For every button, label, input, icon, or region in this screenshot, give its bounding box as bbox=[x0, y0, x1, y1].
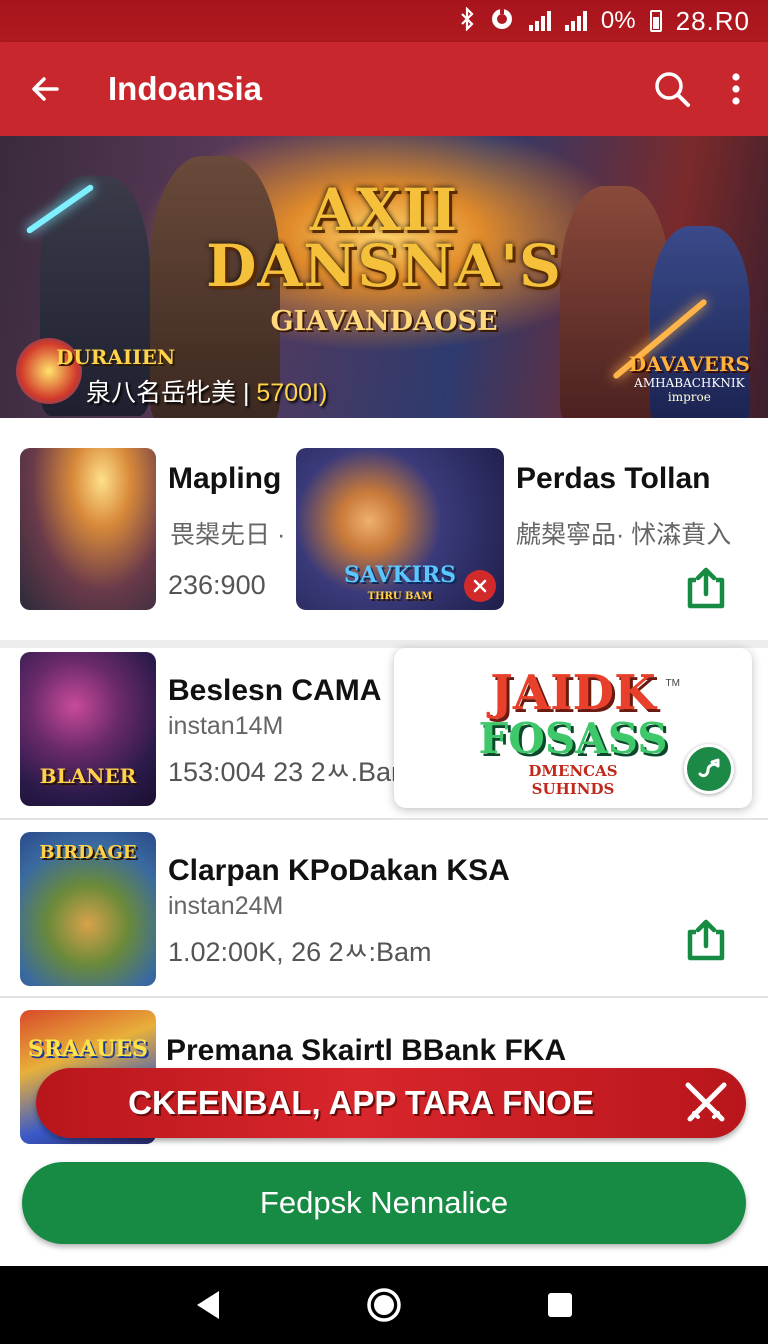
battery-percent: 0% bbox=[600, 7, 636, 34]
divider bbox=[0, 996, 768, 998]
featured-app-card[interactable]: JAIDK FOSASS DMENCAS SUHINDS TM bbox=[394, 648, 752, 808]
status-time: 28.R0 bbox=[675, 5, 750, 36]
app-subtitle: instan14M bbox=[168, 712, 284, 740]
launch-swirl-icon bbox=[698, 758, 720, 778]
thumb-label: SRAAUES bbox=[27, 1036, 149, 1062]
hero-caption-number: 5700I) bbox=[256, 379, 328, 407]
app-subtitle: 虤槼寧品· 怵潹賁入 bbox=[516, 521, 732, 549]
data-saver-icon bbox=[489, 6, 515, 36]
search-icon bbox=[655, 72, 690, 107]
hero-subtitle: GIAVANDAOSE bbox=[270, 306, 498, 337]
divider bbox=[0, 640, 768, 648]
app-name[interactable]: Premana Skairtl BBank FKA bbox=[166, 1034, 566, 1068]
more-options-button[interactable] bbox=[704, 42, 768, 136]
nav-back-icon bbox=[197, 1291, 219, 1319]
app-meta: 153:004 23 2ㅆ.Bam bbox=[168, 757, 414, 787]
divider bbox=[0, 818, 768, 820]
nav-home-button[interactable] bbox=[354, 1275, 414, 1335]
app-meta: 1.02:00K, 26 2ㅆ:Bam bbox=[168, 937, 432, 967]
hero-caption-prefix: 泉八名岳牝美 | bbox=[86, 379, 257, 407]
thumb-label: BIRDAGE bbox=[39, 842, 137, 863]
nav-recents-button[interactable] bbox=[530, 1275, 590, 1335]
hero-right-logo-line2: AMHABACHKNIK bbox=[634, 376, 745, 390]
primary-action-label: Fedpsk Nennalice bbox=[259, 1185, 509, 1220]
hero-title-line1: AXII bbox=[309, 176, 459, 244]
app-thumbnail[interactable]: BIRDAGE bbox=[20, 832, 156, 986]
hero-right-logo-line1: DAVAVERS bbox=[628, 352, 750, 376]
hero-caption: 泉八名岳牝美 | 5700I) bbox=[86, 373, 327, 409]
app-name[interactable]: Perdas Tollan bbox=[516, 462, 711, 496]
back-arrow-icon bbox=[32, 77, 59, 101]
app-name[interactable]: Mapling bbox=[168, 462, 281, 496]
hero-right-logo-line3: improe bbox=[667, 390, 711, 404]
page-title: Indoansia bbox=[108, 70, 263, 107]
app-thumbnail[interactable]: BLANER bbox=[20, 652, 156, 806]
hero-title-line2: DANSNA'S bbox=[206, 232, 562, 300]
hero-title: AXII DANSNA'S bbox=[0, 176, 768, 300]
system-nav-bar bbox=[0, 1266, 768, 1344]
primary-action-button[interactable]: Fedpsk Nennalice bbox=[22, 1162, 746, 1244]
install-button[interactable] bbox=[684, 566, 728, 610]
app-subtitle: 畏槼兂日 · bbox=[170, 521, 286, 549]
nav-back-button[interactable] bbox=[178, 1275, 238, 1335]
app-meta: 236:900 bbox=[168, 570, 266, 600]
share-install-icon bbox=[687, 567, 725, 609]
back-button[interactable] bbox=[0, 42, 90, 136]
app-bar: Indoansia bbox=[0, 42, 768, 136]
app-name[interactable]: Beslesn CAMA bbox=[168, 674, 381, 708]
app-name[interactable]: Clarpan KPoDakan KSA bbox=[168, 854, 510, 888]
search-button[interactable] bbox=[640, 42, 704, 136]
trademark-mark: TM bbox=[665, 678, 680, 689]
app-thumbnail[interactable]: SAVKIRS THRU BAM bbox=[296, 448, 504, 610]
remove-button[interactable] bbox=[464, 570, 496, 602]
promo-text: CKEENBAL, APP TARA FNOE bbox=[128, 1084, 594, 1121]
hero-right-logo: DAVAVERS AMHABACHKNIK improe bbox=[629, 352, 750, 404]
share-install-icon bbox=[687, 919, 725, 961]
crossed-swords-icon bbox=[666, 1068, 746, 1138]
featured-action-button[interactable] bbox=[684, 744, 734, 794]
nav-recents-icon bbox=[548, 1293, 572, 1317]
bluetooth-icon bbox=[459, 6, 475, 35]
app-thumbnail[interactable] bbox=[20, 448, 156, 610]
hero-logo-text: DURAIIEN bbox=[56, 345, 176, 369]
app-subtitle: instan24M bbox=[168, 892, 284, 920]
install-button[interactable] bbox=[684, 918, 728, 962]
wifi-signal-icon bbox=[528, 11, 551, 31]
close-icon bbox=[473, 579, 487, 593]
promo-banner[interactable]: CKEENBAL, APP TARA FNOE bbox=[36, 1068, 746, 1138]
nav-home-icon bbox=[367, 1288, 401, 1322]
cell-signal-icon bbox=[564, 11, 587, 31]
battery-icon bbox=[649, 10, 662, 32]
thumb-label: BLANER bbox=[39, 764, 137, 788]
status-bar: 0% 28.R0 bbox=[0, 0, 768, 42]
featured-logo-line1: JAIDK bbox=[490, 665, 656, 721]
more-vert-icon bbox=[732, 73, 740, 105]
